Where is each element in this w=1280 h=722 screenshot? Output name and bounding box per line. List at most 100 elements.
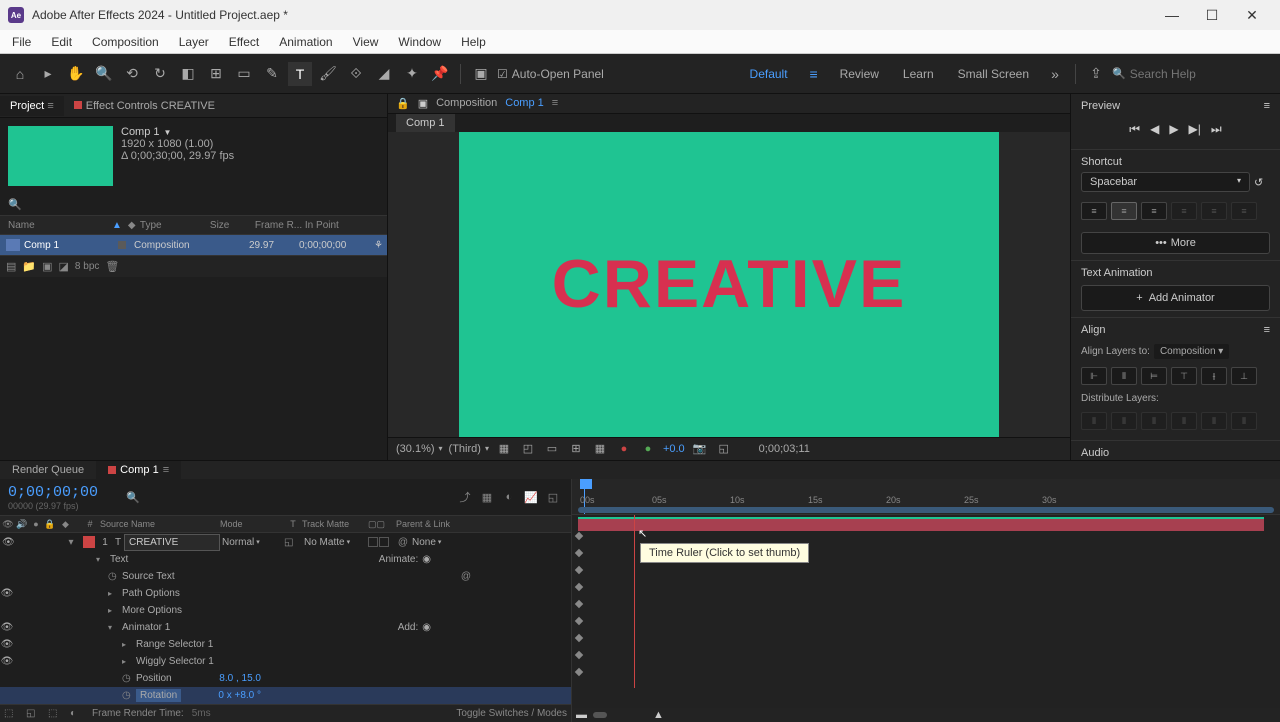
motion-blur-toggle[interactable]: ◐ bbox=[499, 487, 519, 507]
comp-breadcrumb[interactable]: Comp 1 bbox=[396, 114, 455, 132]
rotation-value[interactable]: 0 x +8.0 ° bbox=[218, 690, 261, 701]
mask-icon[interactable]: ◰ bbox=[519, 440, 537, 458]
workspace-review[interactable]: Review bbox=[830, 63, 889, 85]
menu-composition[interactable]: Composition bbox=[82, 32, 169, 52]
project-tab[interactable]: Project ≡ bbox=[0, 96, 64, 116]
active-comp-name[interactable]: Comp 1 bbox=[505, 97, 544, 109]
prop-range-selector[interactable]: 👁▸ Range Selector 1 bbox=[0, 636, 571, 653]
solo-col-icon[interactable]: ● bbox=[30, 519, 42, 530]
menu-edit[interactable]: Edit bbox=[41, 32, 82, 52]
align-vcenter-icon[interactable]: ⫲ bbox=[1201, 367, 1227, 385]
prop-rotation[interactable]: ◷ Rotation 0 x +8.0 ° bbox=[0, 687, 571, 704]
add-button[interactable]: Add: ◉ bbox=[398, 622, 431, 633]
share-icon[interactable]: ⇪ bbox=[1084, 62, 1108, 86]
prop-wiggly-selector[interactable]: 👁▸ Wiggly Selector 1 bbox=[0, 653, 571, 670]
render-queue-tab[interactable]: Render Queue bbox=[0, 461, 96, 479]
parent-dropdown[interactable]: None ▾ bbox=[410, 536, 484, 549]
align-target-dropdown[interactable]: Composition ▾ bbox=[1154, 344, 1229, 359]
panel-menu-icon[interactable]: ≡ bbox=[1264, 324, 1270, 336]
orbit-tool[interactable]: ⟲ bbox=[120, 62, 144, 86]
menu-file[interactable]: File bbox=[2, 32, 41, 52]
align-left-icon[interactable]: ⊩ bbox=[1081, 367, 1107, 385]
timeline-layer-row[interactable]: 👁 ▾ 1 T CREATIVE Normal ▾ ◱ No Matte ▾ @… bbox=[0, 533, 571, 551]
menu-animation[interactable]: Animation bbox=[269, 32, 342, 52]
composition-viewer[interactable]: CREATIVE bbox=[388, 132, 1070, 437]
align-bottom-icon[interactable]: ⊥ bbox=[1231, 367, 1257, 385]
transparency-grid-icon[interactable]: ▦ bbox=[495, 440, 513, 458]
eraser-tool[interactable]: ◢ bbox=[372, 62, 396, 86]
roto-tool[interactable]: ✦ bbox=[400, 62, 424, 86]
bpc-label[interactable]: 8 bpc bbox=[75, 261, 99, 272]
search-input[interactable] bbox=[1130, 67, 1250, 81]
minimize-button[interactable]: — bbox=[1152, 1, 1192, 29]
workspace-overflow-icon[interactable]: » bbox=[1043, 62, 1067, 86]
tl-footer-icon[interactable]: ◱ bbox=[26, 708, 40, 719]
lock-col-icon[interactable]: 🔒 bbox=[44, 519, 56, 530]
tl-footer-icon[interactable]: ◐ bbox=[70, 708, 84, 719]
panel-menu-icon[interactable]: ≡ bbox=[1264, 100, 1270, 112]
stopwatch-icon[interactable]: ◷ bbox=[108, 571, 122, 582]
anchor-tool[interactable]: ⊞ bbox=[204, 62, 228, 86]
canvas-text-layer[interactable]: CREATIVE bbox=[552, 245, 907, 323]
channel-icon[interactable]: ● bbox=[615, 440, 633, 458]
layer-label-color[interactable] bbox=[83, 536, 95, 548]
puppet-tool[interactable]: 📌 bbox=[428, 62, 452, 86]
prop-path-options[interactable]: 👁▸ Path Options bbox=[0, 585, 571, 602]
animate-button[interactable]: Animate: ◉ bbox=[379, 554, 431, 565]
menu-help[interactable]: Help bbox=[451, 32, 496, 52]
preview-timecode[interactable]: 0;00;03;11 bbox=[759, 443, 810, 455]
zoom-tool[interactable]: 🔍 bbox=[92, 62, 116, 86]
panel-icon[interactable]: ▣ bbox=[469, 62, 493, 86]
stopwatch-icon[interactable]: ◷ bbox=[122, 673, 136, 684]
timeline-timecode[interactable]: 0;00;00;00 bbox=[8, 484, 98, 501]
prop-animator1[interactable]: 👁▾ Animator 1 Add: ◉ bbox=[0, 619, 571, 636]
new-folder-icon[interactable]: 📁 bbox=[22, 260, 36, 273]
guides-icon[interactable]: ▦ bbox=[591, 440, 609, 458]
para-left-icon[interactable]: ≡ bbox=[1081, 202, 1107, 220]
layer-twirl-icon[interactable]: ▾ bbox=[62, 537, 80, 548]
show-snapshot-icon[interactable]: ◱ bbox=[715, 440, 733, 458]
color-mgmt-icon[interactable]: ● bbox=[639, 440, 657, 458]
shortcut-dropdown[interactable]: Spacebar ▾ bbox=[1081, 172, 1250, 192]
pen-tool[interactable]: ✎ bbox=[260, 62, 284, 86]
prop-source-text[interactable]: ◷ Source Text @ bbox=[0, 568, 571, 585]
zoom-slider-handle[interactable] bbox=[593, 712, 607, 718]
layer-visibility-icon[interactable]: 👁 bbox=[2, 537, 14, 548]
timeline-comp-tab[interactable]: Comp 1 ≡ bbox=[96, 461, 181, 479]
close-button[interactable]: ✕ bbox=[1232, 1, 1272, 29]
delete-icon[interactable]: 🗑 bbox=[105, 260, 119, 273]
last-frame-button[interactable]: ⏭ bbox=[1211, 122, 1222, 137]
add-animator-button[interactable]: + Add Animator bbox=[1081, 285, 1270, 311]
stopwatch-icon[interactable]: ◷ bbox=[122, 690, 136, 701]
region-icon[interactable]: ▭ bbox=[543, 440, 561, 458]
prop-position[interactable]: ◷ Position 8.0 , 15.0 bbox=[0, 670, 571, 687]
prop-text[interactable]: ▾ Text Animate: ◉ bbox=[0, 551, 571, 568]
toggle-switches-modes[interactable]: Toggle Switches / Modes bbox=[456, 708, 567, 719]
prop-more-options[interactable]: ▸ More Options bbox=[0, 602, 571, 619]
composition-thumbnail[interactable] bbox=[8, 126, 113, 186]
composition-canvas[interactable]: CREATIVE bbox=[459, 132, 999, 437]
timeline-tracks[interactable]: ↖ Time Ruler (Click to set thumb) bbox=[572, 515, 1280, 708]
current-time-indicator[interactable] bbox=[634, 515, 635, 688]
position-value[interactable]: 8.0 , 15.0 bbox=[219, 673, 261, 684]
lock-icon[interactable]: 🔒 bbox=[396, 97, 410, 110]
workspace-small-screen[interactable]: Small Screen bbox=[948, 63, 1039, 85]
para-justify-icon[interactable]: ≡ bbox=[1171, 202, 1197, 220]
playhead[interactable] bbox=[580, 479, 592, 489]
pickwhip-icon[interactable]: @ bbox=[396, 537, 410, 548]
graph-toggle[interactable]: 📈 bbox=[521, 487, 541, 507]
audio-panel-title[interactable]: Audio bbox=[1081, 447, 1270, 459]
layer-duration-bar[interactable] bbox=[578, 517, 1264, 531]
hand-tool[interactable]: ✋ bbox=[64, 62, 88, 86]
tl-footer-icon[interactable]: ⬚ bbox=[4, 708, 18, 719]
grid-icon[interactable]: ⊞ bbox=[567, 440, 585, 458]
play-button[interactable]: ▶ bbox=[1169, 122, 1178, 137]
snapshot-icon[interactable]: 📷 bbox=[691, 440, 709, 458]
track-matte-dropdown[interactable]: No Matte ▾ bbox=[302, 536, 368, 549]
type-tool[interactable]: T bbox=[288, 62, 312, 86]
para-center-icon[interactable]: ≡ bbox=[1111, 202, 1137, 220]
workspace-default[interactable]: Default bbox=[740, 63, 798, 85]
search-help[interactable]: 🔍 bbox=[1112, 67, 1272, 81]
shape-tool[interactable]: ▭ bbox=[232, 62, 256, 86]
work-area-bar[interactable] bbox=[578, 507, 1274, 513]
